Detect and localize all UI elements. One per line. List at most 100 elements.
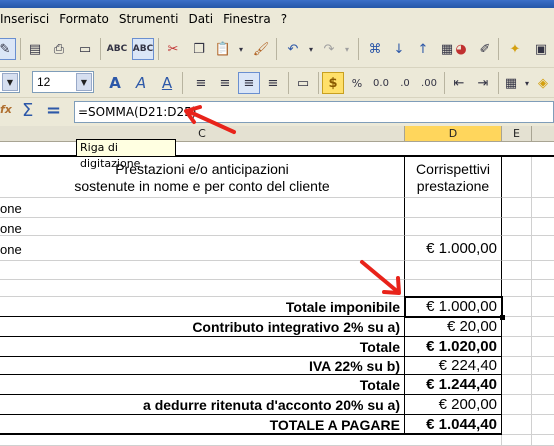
menu-finestra[interactable]: Finestra: [218, 9, 276, 29]
cell[interactable]: [0, 280, 405, 297]
cell[interactable]: one: [0, 218, 405, 236]
cell[interactable]: [532, 357, 554, 375]
chevron-down-icon[interactable]: ▼: [76, 73, 92, 91]
cell[interactable]: [532, 435, 554, 446]
cell[interactable]: [0, 261, 405, 280]
align-right-icon[interactable]: ≡: [238, 72, 260, 94]
clone-format-icon[interactable]: 🖌: [250, 38, 272, 60]
export-pdf-icon[interactable]: ▤: [24, 38, 46, 60]
cell[interactable]: [502, 415, 532, 435]
menu-inserisci[interactable]: Inserisci: [0, 9, 54, 29]
merge-cells-icon[interactable]: ▭: [292, 72, 314, 94]
cell[interactable]: Corrispettivi prestazione: [405, 157, 502, 198]
formula-input[interactable]: =SOMMA(D21:D25): [74, 101, 554, 123]
cell[interactable]: [532, 375, 554, 395]
cell[interactable]: [502, 435, 532, 446]
justify-icon[interactable]: ≡: [262, 72, 284, 94]
function-icon[interactable]: =: [46, 100, 61, 121]
cell[interactable]: [405, 198, 502, 218]
sum-icon[interactable]: Σ: [22, 100, 33, 121]
remove-decimal-icon[interactable]: .00: [418, 72, 440, 94]
sort-descending-icon[interactable]: ↑: [412, 38, 434, 60]
column-header-f[interactable]: [532, 126, 554, 142]
function-wizard-icon[interactable]: fx: [0, 103, 14, 121]
cell[interactable]: [532, 236, 554, 261]
decrease-indent-icon[interactable]: ⇤: [448, 72, 470, 94]
cell[interactable]: TOTALE A PAGARE: [0, 415, 405, 435]
menu-help[interactable]: ?: [276, 9, 292, 29]
cell[interactable]: [502, 337, 532, 357]
menu-strumenti[interactable]: Strumenti: [114, 9, 184, 29]
background-color-icon[interactable]: ◈: [532, 72, 554, 94]
cell[interactable]: [502, 280, 532, 297]
cut-icon[interactable]: ✂: [162, 38, 184, 60]
navigator-icon[interactable]: ✦: [504, 38, 526, 60]
cell[interactable]: [405, 261, 502, 280]
chevron-down-icon[interactable]: ▼: [2, 73, 18, 91]
cell[interactable]: [502, 395, 532, 415]
cell[interactable]: [502, 297, 532, 317]
cell[interactable]: [532, 280, 554, 297]
cell[interactable]: [532, 337, 554, 357]
cell[interactable]: € 1.244,40: [405, 375, 502, 395]
currency-format-icon[interactable]: $: [322, 72, 344, 94]
cell[interactable]: [405, 218, 502, 236]
percent-format-icon[interactable]: %: [346, 72, 368, 94]
cell[interactable]: € 1.044,40: [405, 415, 502, 435]
cell[interactable]: IVA 22% su b): [0, 357, 405, 375]
cell[interactable]: [532, 317, 554, 337]
cell[interactable]: [502, 157, 532, 198]
cell[interactable]: [532, 395, 554, 415]
bold-icon[interactable]: A: [104, 72, 126, 94]
font-name-combo[interactable]: ▼: [0, 71, 20, 93]
show-draw-functions-icon[interactable]: ✐: [474, 38, 496, 60]
cell[interactable]: [532, 157, 554, 198]
cell[interactable]: Totale: [0, 375, 405, 395]
menu-dati[interactable]: Dati: [183, 9, 218, 29]
cell[interactable]: [502, 317, 532, 337]
cell[interactable]: [502, 218, 532, 236]
chart-icon[interactable]: ◕: [450, 38, 472, 60]
menu-formato[interactable]: Formato: [54, 9, 114, 29]
cell[interactable]: [405, 280, 502, 297]
cell[interactable]: [532, 198, 554, 218]
copy-icon[interactable]: ❐: [188, 38, 210, 60]
cell[interactable]: [0, 435, 405, 446]
hyperlink-icon[interactable]: ⌘: [364, 38, 386, 60]
cell[interactable]: [532, 297, 554, 317]
selected-cell-cursor[interactable]: [404, 296, 505, 320]
sort-ascending-icon[interactable]: ↓: [388, 38, 410, 60]
cell[interactable]: € 224,40: [405, 357, 502, 375]
cell[interactable]: [502, 198, 532, 218]
cell[interactable]: [405, 435, 502, 446]
column-header-d[interactable]: D: [405, 126, 502, 142]
fill-handle[interactable]: [500, 315, 505, 320]
gallery-icon[interactable]: ▣: [530, 38, 552, 60]
cell[interactable]: one: [0, 198, 405, 218]
standard-format-icon[interactable]: 0.0: [370, 72, 392, 94]
cell[interactable]: Totale: [0, 337, 405, 357]
cell[interactable]: [502, 236, 532, 261]
cell[interactable]: [502, 261, 532, 280]
font-size-combo[interactable]: 12 ▼: [32, 71, 94, 93]
page-preview-icon[interactable]: ▭: [74, 38, 96, 60]
paste-dropdown-icon[interactable]: ▾: [230, 38, 252, 60]
cell[interactable]: € 20,00: [405, 317, 502, 337]
cell[interactable]: one: [0, 236, 405, 261]
cell[interactable]: [532, 218, 554, 236]
column-header-e[interactable]: E: [502, 126, 532, 142]
italic-icon[interactable]: A: [130, 72, 152, 94]
add-decimal-icon[interactable]: .0: [394, 72, 416, 94]
cell[interactable]: [532, 415, 554, 435]
autospellcheck-icon[interactable]: ABC: [132, 38, 154, 60]
cell[interactable]: [502, 375, 532, 395]
cell[interactable]: Contributo integrativo 2% su a): [0, 317, 405, 337]
cell[interactable]: [502, 357, 532, 375]
underline-icon[interactable]: A: [156, 72, 178, 94]
cell[interactable]: € 1.020,00: [405, 337, 502, 357]
cell[interactable]: a dedurre ritenuta d'acconto 20% su a): [0, 395, 405, 415]
spellcheck-icon[interactable]: ABC: [106, 38, 128, 60]
cell[interactable]: Prestazioni e/o anticipazioni sostenute …: [0, 157, 405, 198]
increase-indent-icon[interactable]: ⇥: [472, 72, 494, 94]
cell[interactable]: € 200,00: [405, 395, 502, 415]
